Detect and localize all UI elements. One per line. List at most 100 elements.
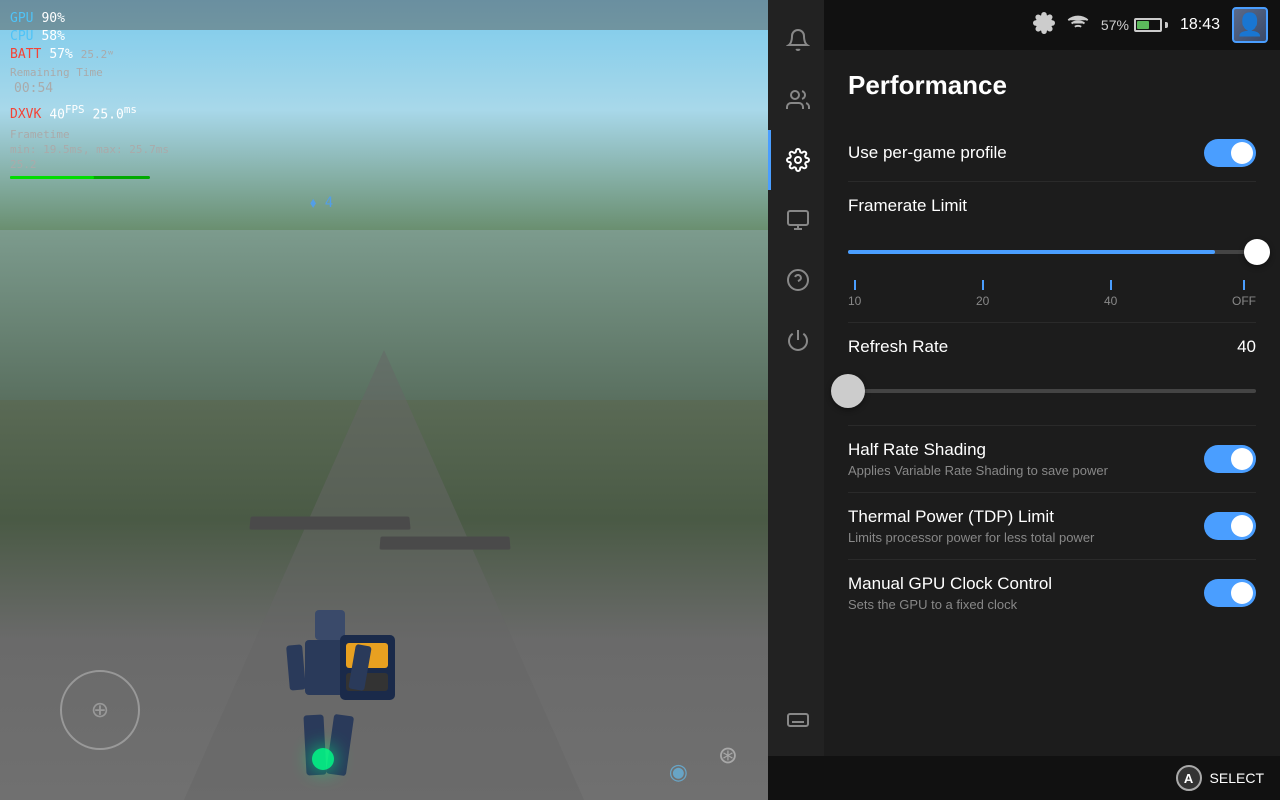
select-hint: A SELECT bbox=[1176, 765, 1264, 791]
slider-ticks: 10 20 40 OFF bbox=[848, 280, 1256, 308]
bottom-bar: A SELECT bbox=[768, 756, 1280, 800]
frametime-detail: min: 19.5ms, max: 25.7ms bbox=[10, 142, 169, 157]
wifi-icon[interactable] bbox=[1067, 12, 1089, 39]
platform-right bbox=[380, 536, 510, 550]
topbar-gear-icon bbox=[1033, 12, 1055, 34]
frametime-value: 25.2 bbox=[10, 157, 169, 172]
tick-off-label: OFF bbox=[1232, 294, 1256, 308]
refresh-rate-label: Refresh Rate bbox=[848, 337, 948, 357]
performance-content: Performance Use per-game profile Framera… bbox=[824, 50, 1280, 646]
battery-percent: 57% bbox=[1101, 17, 1129, 33]
cpu-value: 58% bbox=[41, 28, 64, 46]
avatar[interactable]: 👤 bbox=[1232, 7, 1268, 43]
sidebar-item-help[interactable] bbox=[768, 250, 824, 310]
per-game-profile-row: Use per-game profile bbox=[848, 125, 1256, 182]
framerate-section: Framerate Limit 10 20 bbox=[848, 182, 1256, 323]
tick-40: 40 bbox=[1104, 280, 1117, 308]
sidebar-item-users[interactable] bbox=[768, 70, 824, 130]
manual-gpu-row: Manual GPU Clock Control Sets the GPU to… bbox=[848, 560, 1256, 626]
manual-gpu-label: Manual GPU Clock Control bbox=[848, 574, 1052, 594]
toggle-knob bbox=[1231, 582, 1253, 604]
tick-20: 20 bbox=[976, 280, 989, 308]
toggle-knob bbox=[1231, 515, 1253, 537]
framerate-slider-container bbox=[848, 232, 1256, 272]
battery-icon bbox=[1134, 18, 1168, 32]
batt-label: BATT bbox=[10, 46, 41, 64]
half-rate-shading-toggle[interactable] bbox=[1204, 445, 1256, 473]
gpu-label: GPU bbox=[10, 10, 33, 28]
manual-gpu-toggle[interactable] bbox=[1204, 579, 1256, 607]
refresh-rate-value: 40 bbox=[1237, 337, 1256, 357]
tick-off: OFF bbox=[1232, 280, 1256, 308]
tdp-limit-label: Thermal Power (TDP) Limit bbox=[848, 507, 1094, 527]
refresh-slider-track bbox=[848, 389, 1256, 393]
users-icon bbox=[786, 88, 810, 112]
question-icon bbox=[786, 268, 810, 292]
frametime-label: Frametime bbox=[10, 127, 169, 142]
manual-gpu-text: Manual GPU Clock Control Sets the GPU to… bbox=[848, 574, 1052, 612]
sidebar-item-settings[interactable] bbox=[768, 130, 824, 190]
game-area: ⬧ 4 GPU 90% CPU 58% BATT 57% 25.2ʷ Remai… bbox=[0, 0, 768, 800]
tdp-limit-sublabel: Limits processor power for less total po… bbox=[848, 530, 1094, 545]
batt-value: 57% bbox=[49, 46, 72, 64]
bell-icon bbox=[786, 28, 810, 52]
dxvk-ms: 25.0ms bbox=[93, 102, 137, 125]
per-game-profile-toggle[interactable] bbox=[1204, 139, 1256, 167]
tick-line bbox=[854, 280, 856, 290]
hud-marker2: ◉ bbox=[669, 759, 688, 785]
tick-line bbox=[982, 280, 984, 290]
batt-power: 25.2ʷ bbox=[81, 47, 114, 62]
time-display: 18:43 bbox=[1180, 16, 1220, 34]
half-rate-shading-text: Half Rate Shading Applies Variable Rate … bbox=[848, 440, 1108, 478]
tick-line bbox=[1243, 280, 1245, 290]
framerate-slider-thumb[interactable] bbox=[1244, 239, 1270, 265]
main-content: 57% 18:43 👤 Performance Use per-game pro… bbox=[824, 0, 1280, 800]
framerate-slider-track bbox=[848, 250, 1256, 254]
remaining-label: Remaining Time bbox=[10, 65, 103, 80]
sidebar-item-keyboard[interactable] bbox=[768, 690, 824, 750]
toggle-knob bbox=[1231, 142, 1253, 164]
game-character bbox=[300, 640, 360, 720]
gear-icon bbox=[786, 148, 810, 172]
cpu-label: CPU bbox=[10, 28, 33, 46]
right-panel: 57% 18:43 👤 Performance Use per-game pro… bbox=[768, 0, 1280, 800]
platform-left bbox=[250, 516, 410, 530]
tick-40-label: 40 bbox=[1104, 294, 1117, 308]
select-label: SELECT bbox=[1210, 770, 1264, 786]
hud-bottom-icon: ⊛ bbox=[718, 741, 738, 770]
half-rate-shading-row: Half Rate Shading Applies Variable Rate … bbox=[848, 426, 1256, 493]
hud-marker: ⬧ 4 bbox=[310, 195, 333, 211]
toggle-knob bbox=[1231, 448, 1253, 470]
settings-icon[interactable] bbox=[1033, 12, 1055, 39]
a-button[interactable]: A bbox=[1176, 765, 1202, 791]
refresh-slider-thumb[interactable] bbox=[831, 374, 865, 408]
tick-10: 10 bbox=[848, 280, 861, 308]
per-game-profile-label: Use per-game profile bbox=[848, 143, 1007, 163]
power-icon bbox=[786, 328, 810, 352]
keyboard-icon bbox=[786, 708, 810, 732]
display-icon bbox=[786, 208, 810, 232]
sidebar bbox=[768, 0, 824, 800]
gpu-value: 90% bbox=[41, 10, 64, 28]
manual-gpu-sublabel: Sets the GPU to a fixed clock bbox=[848, 597, 1052, 612]
dxvk-label: DXVK bbox=[10, 106, 41, 124]
top-bar: 57% 18:43 👤 bbox=[824, 0, 1280, 50]
tdp-limit-toggle[interactable] bbox=[1204, 512, 1256, 540]
hud-overlay: GPU 90% CPU 58% BATT 57% 25.2ʷ Remaining… bbox=[10, 10, 169, 179]
half-rate-shading-sublabel: Applies Variable Rate Shading to save po… bbox=[848, 463, 1108, 478]
refresh-slider-container bbox=[848, 371, 1256, 411]
performance-title: Performance bbox=[848, 70, 1256, 101]
tdp-limit-text: Thermal Power (TDP) Limit Limits process… bbox=[848, 507, 1094, 545]
sidebar-item-notifications[interactable] bbox=[768, 10, 824, 70]
refresh-rate-section: Refresh Rate 40 bbox=[848, 323, 1256, 426]
refresh-header: Refresh Rate 40 bbox=[848, 337, 1256, 357]
tick-line bbox=[1110, 280, 1112, 290]
game-road bbox=[184, 350, 584, 800]
tdp-limit-row: Thermal Power (TDP) Limit Limits process… bbox=[848, 493, 1256, 560]
batt-time: 00:54 bbox=[10, 80, 53, 98]
topbar-wifi-icon bbox=[1067, 12, 1089, 34]
dxvk-fps: 40FPS bbox=[49, 102, 84, 125]
sidebar-item-display[interactable] bbox=[768, 190, 824, 250]
half-rate-shading-label: Half Rate Shading bbox=[848, 440, 1108, 460]
sidebar-item-power[interactable] bbox=[768, 310, 824, 370]
